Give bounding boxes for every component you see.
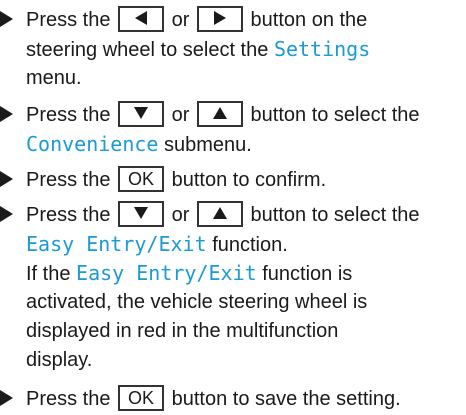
step-text: Press the — [26, 104, 111, 126]
display-text-settings: Settings — [273, 37, 371, 61]
instruction-page: Press the or button on the steering whee… — [0, 0, 466, 415]
ok-key: OK — [118, 384, 165, 411]
down-triangle-icon — [134, 107, 149, 120]
step-text: display. — [26, 349, 93, 371]
step-save-setting: Press the OK button to save the setting. — [0, 384, 466, 414]
step-text: Press the — [26, 204, 111, 226]
bullet-icon — [0, 390, 13, 406]
display-text-easy-entry: Easy Entry/Exit — [26, 232, 207, 256]
ok-key: OK — [118, 165, 165, 192]
step-text: submenu. — [164, 134, 252, 156]
step-text: activated, the vehicle steering wheel is — [26, 291, 368, 313]
bullet-icon — [0, 106, 13, 122]
bullet-icon — [0, 11, 13, 27]
step-select-convenience: Press the or button to select the Conven… — [0, 100, 466, 159]
up-triangle-icon — [212, 107, 227, 120]
step-text: button to save the setting. — [171, 388, 401, 410]
up-triangle-icon — [212, 207, 227, 220]
left-triangle-icon — [135, 11, 148, 26]
right-triangle-icon — [213, 11, 226, 26]
down-arrow-key — [118, 200, 165, 227]
display-text-easy-entry-2: Easy Entry/Exit — [76, 261, 257, 285]
step-text: button on the — [250, 9, 368, 31]
step-select-easy-entry: Press the or button to select the Easy E… — [0, 200, 466, 375]
step-text: steering wheel to select the — [26, 39, 269, 61]
step-select-settings: Press the or button on the steering whee… — [0, 5, 466, 93]
step-text: Press the — [26, 169, 111, 191]
bullet-icon — [0, 206, 13, 222]
step-text: menu. — [26, 67, 82, 89]
step-text: button to select the — [250, 204, 420, 226]
left-arrow-key — [118, 5, 165, 32]
step-confirm: Press the OK button to confirm. — [0, 165, 466, 195]
step-text: button to select the — [250, 104, 420, 126]
step-text: or — [171, 204, 190, 226]
up-arrow-key — [196, 100, 243, 127]
step-text: function. — [212, 234, 288, 256]
step-text: Press the — [26, 388, 111, 410]
up-arrow-key — [196, 200, 243, 227]
display-text-convenience: Convenience — [26, 132, 159, 156]
step-text: function is — [262, 263, 353, 285]
right-arrow-key — [196, 5, 243, 32]
step-text: or — [171, 9, 190, 31]
bullet-icon — [0, 171, 13, 187]
step-text: or — [171, 104, 190, 126]
step-text: button to confirm. — [171, 169, 327, 191]
step-text: displayed in red in the multifunction — [26, 320, 339, 342]
step-text: Press the — [26, 9, 111, 31]
down-arrow-key — [118, 100, 165, 127]
step-text: If the — [26, 263, 71, 285]
down-triangle-icon — [134, 207, 149, 220]
